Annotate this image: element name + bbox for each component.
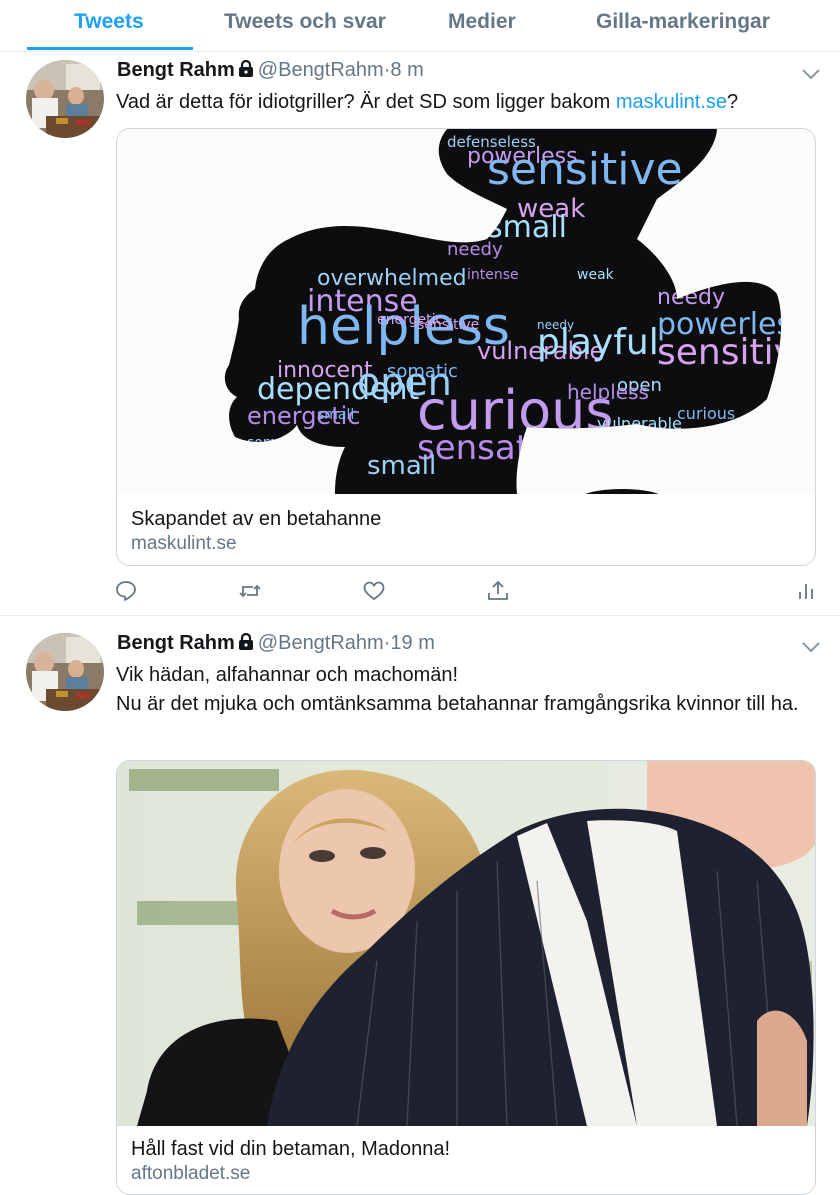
tweet-header: Bengt Rahm @BengtRahm·19 m: [117, 632, 435, 657]
tweet-text: Vik hädan, alfahannar och machomän! Nu ä…: [116, 661, 826, 719]
tab-tweets[interactable]: Tweets: [74, 10, 144, 34]
wordcloud-word: intense: [467, 267, 519, 283]
tab-likes[interactable]: Gilla-markeringar: [596, 10, 770, 34]
tweet[interactable]: Bengt Rahm @BengtRahm·19 m Vik hädan, alf…: [0, 616, 840, 1195]
retweet-icon[interactable]: [238, 579, 262, 603]
wordcloud-word: needy: [537, 318, 574, 332]
wordcloud-word: curious: [677, 404, 735, 423]
chevron-down-icon[interactable]: [800, 67, 822, 81]
tweet-header: Bengt Rahm @BengtRahm·8 m: [117, 59, 424, 84]
wordcloud-word: somatic: [247, 435, 302, 451]
wordcloud-word: defenseless: [677, 264, 772, 283]
tab-tweets-and-replies[interactable]: Tweets och svar: [224, 10, 386, 34]
card-title: Håll fast vid din betaman, Madonna!: [131, 1138, 451, 1160]
card-image: [117, 761, 815, 1126]
tab-media[interactable]: Medier: [448, 10, 516, 34]
card-image: defenseless powerless sensitive weak small ne…: [117, 129, 816, 494]
author-name[interactable]: Bengt Rahm: [117, 59, 235, 81]
author-handle[interactable]: @BengtRahm: [258, 632, 384, 654]
wordcloud-word: helpless: [567, 380, 649, 404]
wordcloud-word: vulnerable: [597, 414, 682, 433]
wordcloud-word: small: [367, 451, 436, 481]
tweet-text-line: Vik hädan, alfahannar och machomän!: [116, 664, 459, 686]
tweet-text-start: Vad är detta för idiotgriller? Är det SD…: [116, 91, 616, 113]
avatar[interactable]: [26, 633, 104, 711]
card-domain: maskulint.se: [131, 533, 237, 554]
card-domain: aftonbladet.se: [131, 1163, 251, 1184]
wordcloud-word: sensitive: [417, 317, 479, 333]
wordcloud-word: weak: [577, 267, 615, 283]
tweet-time[interactable]: 19 m: [390, 632, 434, 654]
card-title: Skapandet av en betahanne: [131, 508, 382, 530]
wordcloud-word: somatic: [387, 361, 458, 382]
wordcloud-word: curious: [267, 454, 325, 473]
tweet-text: Vad är detta för idiotgriller? Är det SD…: [116, 88, 826, 117]
avatar[interactable]: [26, 60, 104, 138]
lock-icon: [238, 59, 254, 84]
tweet-time[interactable]: 8 m: [390, 59, 423, 81]
wordcloud-word: needy: [447, 239, 503, 260]
chevron-down-icon[interactable]: [800, 640, 822, 654]
tweet-actions: [0, 579, 840, 609]
share-icon[interactable]: [486, 579, 510, 603]
author-name[interactable]: Bengt Rahm: [117, 632, 235, 654]
wordcloud-word: sensitive: [487, 144, 683, 195]
profile-tabs: Tweets Tweets och svar Medier Gilla-mark…: [0, 0, 840, 52]
active-tab-indicator: [27, 47, 193, 50]
wordcloud-word: sensate: [417, 428, 550, 468]
analytics-icon[interactable]: [794, 579, 818, 603]
author-handle[interactable]: @BengtRahm: [258, 59, 384, 81]
tweet-text-line: Nu är det mjuka och omtänksamma betahann…: [116, 693, 799, 715]
tweet[interactable]: Bengt Rahm @BengtRahm·8 m Vad är detta fö…: [0, 53, 840, 615]
tweet-link[interactable]: maskulint.se: [616, 91, 727, 113]
wordcloud-word: sensitive: [657, 332, 816, 373]
reply-icon[interactable]: [114, 579, 138, 603]
link-card[interactable]: Håll fast vid din betaman, Madonna! afto…: [116, 760, 816, 1195]
tweet-text-end: ?: [727, 91, 739, 113]
wordcloud-word: small: [317, 407, 354, 423]
lock-icon: [238, 632, 254, 657]
like-icon[interactable]: [362, 579, 386, 603]
link-card[interactable]: defenseless powerless sensitive weak small ne…: [116, 128, 816, 566]
